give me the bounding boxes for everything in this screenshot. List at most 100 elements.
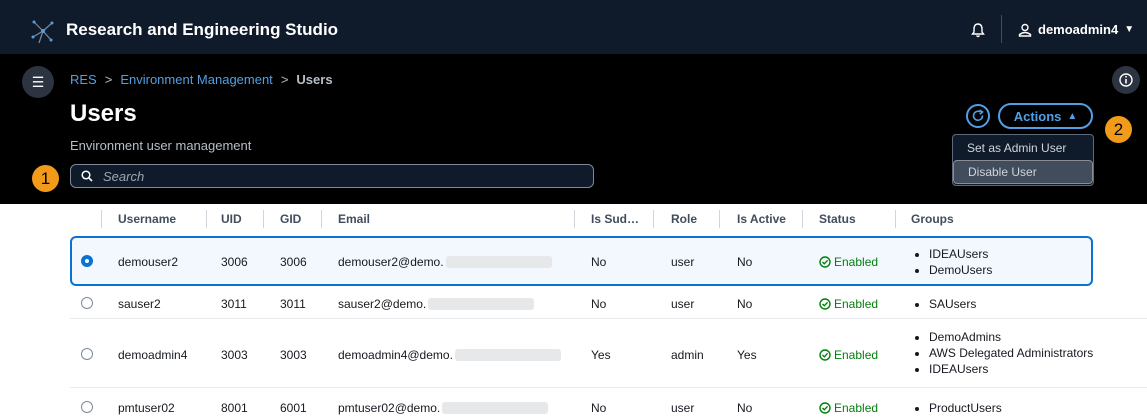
search-field[interactable]: [70, 164, 594, 188]
page-subtitle: Environment user management: [70, 138, 252, 153]
column-header-is-sudo[interactable]: Is Sud…: [591, 212, 639, 226]
actions-dropdown-button[interactable]: Actions ▲: [998, 103, 1093, 129]
page-title: Users: [70, 100, 137, 127]
menu-item-set-admin[interactable]: Set as Admin User: [953, 136, 1093, 160]
breadcrumb-environment-management[interactable]: Environment Management: [120, 72, 272, 87]
group-item: ProductUsers: [929, 400, 1002, 416]
status-indicator: Enabled: [819, 348, 878, 362]
refresh-button[interactable]: [966, 104, 990, 128]
groups-list: SAUsers: [911, 296, 976, 312]
redacted-blur: [445, 256, 552, 268]
check-circle-icon: [819, 298, 831, 310]
column-header-username[interactable]: Username: [118, 212, 176, 226]
status-text: Enabled: [834, 255, 879, 269]
cell-is-sudo: No: [591, 401, 607, 415]
cell-is-sudo: Yes: [591, 348, 611, 362]
breadcrumb: RES > Environment Management > Users: [70, 72, 333, 87]
cell-email: demoadmin4@demo.: [338, 348, 561, 362]
cell-is-sudo: No: [591, 255, 607, 269]
column-divider: [574, 210, 575, 228]
column-divider: [101, 210, 102, 228]
username-label: demoadmin4: [1038, 22, 1119, 37]
topbar-divider: [1001, 15, 1002, 43]
cell-uid: 3006: [221, 255, 248, 269]
column-divider: [802, 210, 803, 228]
cell-gid: 6001: [280, 401, 307, 415]
email-text: demouser2@demo.: [338, 255, 444, 269]
group-item: DemoUsers: [929, 262, 992, 278]
user-profile-menu[interactable]: demoadmin4 ▼: [1018, 22, 1134, 37]
actions-label: Actions: [1013, 108, 1062, 124]
cell-gid: 3003: [280, 348, 307, 362]
cell-is-active: No: [737, 401, 753, 415]
row-radio-button[interactable]: [81, 297, 93, 309]
caret-up-icon: ▲: [1067, 110, 1078, 122]
cell-role: user: [671, 255, 695, 269]
cell-uid: 8001: [221, 401, 248, 415]
column-header-uid[interactable]: UID: [221, 212, 242, 226]
status-indicator: Enabled: [819, 297, 878, 311]
cell-gid: 3011: [280, 297, 306, 311]
group-item: SAUsers: [929, 296, 976, 312]
status-text: Enabled: [834, 401, 879, 415]
search-input[interactable]: [101, 167, 565, 185]
column-header-gid[interactable]: GID: [280, 212, 301, 226]
chevron-right-icon: >: [280, 72, 289, 87]
cell-uid: 3011: [221, 297, 247, 311]
cell-username: pmtuser02: [118, 401, 175, 415]
cell-username: demoadmin4: [118, 348, 188, 362]
status-indicator: Enabled: [819, 401, 878, 415]
menu-toggle-button[interactable]: ☰: [22, 66, 54, 98]
check-circle-icon: [819, 349, 831, 361]
check-circle-icon: [819, 402, 831, 414]
status-text: Enabled: [834, 297, 879, 311]
actions-menu: Set as Admin User Disable User: [952, 134, 1094, 186]
groups-list: DemoAdmins AWS Delegated Administrators …: [911, 329, 1093, 377]
column-divider: [653, 210, 654, 228]
column-divider: [206, 210, 207, 228]
redacted-blur: [442, 402, 549, 414]
cell-role: user: [671, 401, 695, 415]
notifications-bell-icon[interactable]: [970, 22, 986, 38]
cell-is-active: No: [737, 255, 753, 269]
status-indicator: Enabled: [819, 255, 878, 269]
cell-username: sauser2: [118, 297, 161, 311]
app-title[interactable]: Research and Engineering Studio: [66, 20, 338, 40]
groups-list: ProductUsers: [911, 400, 1002, 416]
info-icon: [1119, 73, 1133, 87]
column-header-is-active[interactable]: Is Active: [737, 212, 786, 226]
status-text: Enabled: [834, 348, 879, 362]
cell-email: demouser2@demo.: [338, 255, 552, 269]
breadcrumb-current: Users: [296, 72, 333, 87]
row-radio-button[interactable]: [81, 255, 93, 267]
redacted-blur: [454, 349, 561, 361]
cell-role: admin: [671, 348, 704, 362]
cell-email: sauser2@demo.: [338, 297, 535, 311]
breadcrumb-res[interactable]: RES: [70, 72, 97, 87]
column-header-status[interactable]: Status: [819, 212, 856, 226]
row-radio-button[interactable]: [81, 401, 93, 413]
group-item: IDEAUsers: [929, 246, 992, 262]
user-icon: [1018, 23, 1032, 37]
callout-badge-1: 1: [32, 165, 59, 192]
column-header-role[interactable]: Role: [671, 212, 697, 226]
caret-down-icon: ▼: [1124, 24, 1135, 35]
cell-is-active: Yes: [737, 348, 757, 362]
group-item: IDEAUsers: [929, 361, 1093, 377]
hamburger-icon: ☰: [31, 73, 45, 90]
cell-is-active: No: [737, 297, 753, 311]
column-header-groups[interactable]: Groups: [911, 212, 954, 226]
group-item: AWS Delegated Administrators: [929, 345, 1093, 361]
email-text: demoadmin4@demo.: [338, 348, 453, 362]
group-item: DemoAdmins: [929, 329, 1093, 345]
search-icon: [81, 170, 93, 182]
chevron-right-icon: >: [104, 72, 113, 87]
row-radio-button[interactable]: [81, 348, 93, 360]
menu-item-disable-user[interactable]: Disable User: [953, 160, 1093, 184]
redacted-blur: [428, 298, 535, 310]
cell-is-sudo: No: [591, 297, 607, 311]
cell-email: pmtuser02@demo.: [338, 401, 549, 415]
info-panel-button[interactable]: [1112, 66, 1140, 94]
column-header-email[interactable]: Email: [338, 212, 370, 226]
email-text: sauser2@demo.: [338, 297, 427, 311]
